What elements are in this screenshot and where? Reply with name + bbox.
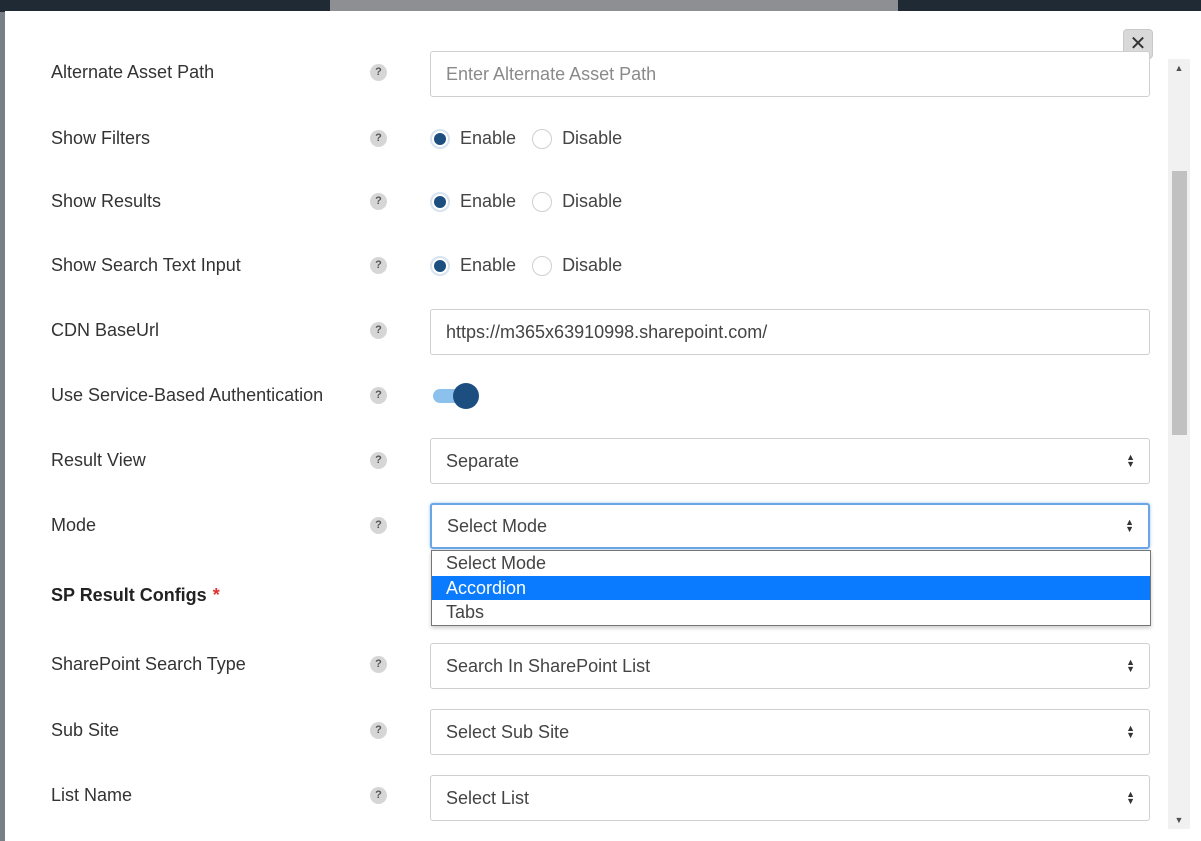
alternate-asset-path-label: Alternate Asset Path bbox=[51, 62, 215, 82]
required-mark: * bbox=[212, 585, 220, 605]
mode-dropdown-list: Select Mode Accordion Tabs bbox=[431, 550, 1151, 626]
show-filters-radio-group: Enable Disable bbox=[430, 128, 638, 149]
sp-result-configs-text: SP Result Configs bbox=[51, 585, 207, 605]
cdn-base-url-input[interactable]: https://m365x63910998.sharepoint.com/ bbox=[430, 309, 1150, 355]
show-results-radio-group: Enable Disable bbox=[430, 191, 638, 212]
result-view-label: Result View bbox=[51, 450, 146, 470]
service-auth-toggle[interactable] bbox=[433, 382, 479, 410]
scroll-down-arrow-icon[interactable]: ▼ bbox=[1168, 811, 1190, 829]
show-filters-enable-label[interactable]: Enable bbox=[460, 128, 516, 149]
help-icon[interactable]: ? bbox=[370, 656, 387, 673]
show-filters-disable-radio[interactable] bbox=[532, 128, 553, 149]
show-filters-enable-radio[interactable] bbox=[430, 128, 450, 149]
sharepoint-search-type-label: SharePoint Search Type bbox=[51, 654, 246, 674]
sharepoint-search-type-select[interactable]: Search In SharePoint List ▲ ▼ bbox=[430, 643, 1150, 689]
mode-option[interactable]: Select Mode bbox=[432, 551, 1150, 576]
help-icon[interactable]: ? bbox=[370, 452, 387, 469]
show-results-enable-label[interactable]: Enable bbox=[460, 191, 516, 212]
help-icon[interactable]: ? bbox=[370, 387, 387, 404]
show-filters-disable-label[interactable]: Disable bbox=[562, 128, 622, 149]
help-icon[interactable]: ? bbox=[370, 64, 387, 81]
help-icon[interactable]: ? bbox=[370, 517, 387, 534]
select-caret-icon: ▲ ▼ bbox=[1125, 517, 1134, 534]
help-icon[interactable]: ? bbox=[370, 130, 387, 147]
alternate-asset-path-input[interactable]: Enter Alternate Asset Path bbox=[430, 51, 1150, 97]
settings-modal: ✕ Alternate Asset Path ? Enter Alternate… bbox=[5, 11, 1201, 841]
help-icon[interactable]: ? bbox=[370, 322, 387, 339]
cdn-base-url-label: CDN BaseUrl bbox=[51, 320, 160, 340]
scroll-up-arrow-icon[interactable]: ▲ bbox=[1168, 59, 1190, 77]
show-results-disable-label[interactable]: Disable bbox=[562, 191, 622, 212]
mode-select[interactable]: Select Mode ▲ ▼ bbox=[430, 503, 1150, 549]
show-results-disable-radio[interactable] bbox=[532, 191, 553, 212]
sharepoint-search-type-value: Search In SharePoint List bbox=[446, 655, 651, 676]
select-caret-icon: ▲ ▼ bbox=[1126, 789, 1135, 806]
result-view-select[interactable]: Separate ▲ ▼ bbox=[430, 438, 1150, 484]
show-filters-label: Show Filters bbox=[51, 128, 151, 148]
cdn-base-url-value: https://m365x63910998.sharepoint.com/ bbox=[446, 321, 768, 342]
show-search-text-input-label: Show Search Text Input bbox=[51, 255, 241, 275]
show-search-text-input-disable-label[interactable]: Disable bbox=[562, 255, 622, 276]
mode-label: Mode bbox=[51, 515, 97, 535]
help-icon[interactable]: ? bbox=[370, 257, 387, 274]
select-caret-icon: ▲ ▼ bbox=[1126, 657, 1135, 674]
sub-site-label: Sub Site bbox=[51, 720, 120, 740]
list-name-label: List Name bbox=[51, 785, 133, 805]
result-view-value: Separate bbox=[446, 450, 520, 471]
mode-option-highlighted[interactable]: Accordion bbox=[432, 575, 1150, 600]
list-name-select[interactable]: Select List ▲ ▼ bbox=[430, 775, 1150, 821]
toggle-knob bbox=[453, 383, 479, 409]
scroll-thumb[interactable] bbox=[1172, 171, 1187, 435]
list-name-value: Select List bbox=[446, 787, 530, 808]
show-results-label: Show Results bbox=[51, 191, 162, 211]
mode-option[interactable]: Tabs bbox=[432, 600, 1150, 625]
sub-site-value: Select Sub Site bbox=[446, 721, 570, 742]
show-search-text-input-enable-radio[interactable] bbox=[430, 255, 450, 276]
service-auth-label: Use Service-Based Authentication bbox=[51, 385, 324, 405]
show-search-text-input-enable-label[interactable]: Enable bbox=[460, 255, 516, 276]
sub-site-select[interactable]: Select Sub Site ▲ ▼ bbox=[430, 709, 1150, 755]
help-icon[interactable]: ? bbox=[370, 722, 387, 739]
scrollbar[interactable]: ▲ ▼ bbox=[1168, 59, 1190, 829]
show-results-enable-radio[interactable] bbox=[430, 191, 450, 212]
show-search-text-input-radio-group: Enable Disable bbox=[430, 255, 638, 276]
help-icon[interactable]: ? bbox=[370, 787, 387, 804]
show-search-text-input-disable-radio[interactable] bbox=[532, 255, 553, 276]
alternate-asset-path-placeholder: Enter Alternate Asset Path bbox=[446, 63, 657, 84]
help-icon[interactable]: ? bbox=[370, 193, 387, 210]
select-caret-icon: ▲ ▼ bbox=[1126, 452, 1135, 469]
select-caret-icon: ▲ ▼ bbox=[1126, 723, 1135, 740]
mode-value: Select Mode bbox=[447, 515, 548, 536]
sp-result-configs-heading: SP Result Configs * bbox=[51, 585, 220, 606]
